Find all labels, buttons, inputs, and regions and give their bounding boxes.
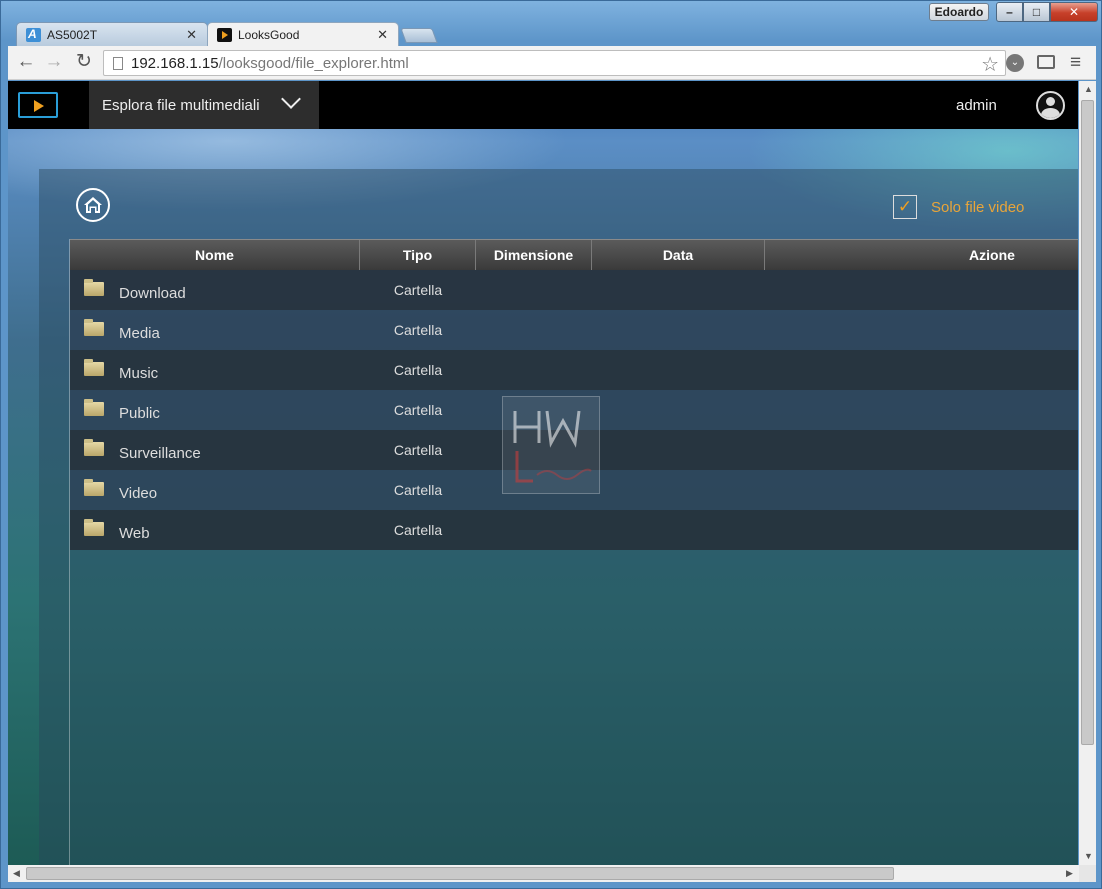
table-row[interactable]: Download Cartella (70, 270, 1078, 310)
row-name[interactable]: Surveillance (119, 445, 201, 462)
table-row[interactable]: Media Cartella (70, 310, 1078, 350)
url-path: /looksgood/file_explorer.html (218, 55, 409, 72)
video-only-checkbox[interactable]: ✓ (893, 195, 917, 219)
tab-title: LooksGood (238, 28, 300, 42)
scrollbar-corner (1079, 865, 1096, 882)
column-header-type[interactable]: Tipo (360, 240, 476, 270)
home-icon (84, 197, 102, 213)
scroll-up-icon[interactable]: ▲ (1084, 84, 1093, 94)
watermark-graphic (513, 410, 592, 483)
home-button[interactable] (76, 188, 110, 222)
page-viewport: Esplora file multimediali admin ✓ Solo f… (8, 81, 1078, 865)
folder-icon (84, 359, 104, 376)
browser-window: Edoardo – □ ✕ AS5002T ✕ LooksGood ✕ ← → … (0, 0, 1102, 889)
scroll-right-icon[interactable]: ▶ (1066, 868, 1073, 879)
username[interactable]: admin (956, 97, 997, 114)
cast-icon[interactable] (1037, 55, 1055, 69)
row-name[interactable]: Media (119, 325, 160, 342)
file-table: Nome Tipo Dimensione Data Azione Downloa… (69, 239, 1078, 865)
folder-icon (84, 399, 104, 416)
app-header: Esplora file multimediali admin (8, 81, 1078, 129)
folder-icon (84, 319, 104, 336)
looksgood-favicon-icon (217, 28, 232, 42)
column-header-action: Azione (969, 247, 1015, 263)
horizontal-scrollbar[interactable]: ◀ ▶ (8, 865, 1079, 882)
browser-menu-icon[interactable]: ≡ (1070, 52, 1081, 74)
scroll-down-icon[interactable]: ▼ (1084, 851, 1093, 861)
row-type: Cartella (393, 442, 443, 458)
column-header-date[interactable]: Data (592, 240, 765, 270)
title-bar: Edoardo – □ ✕ AS5002T ✕ LooksGood ✕ (1, 1, 1101, 47)
row-type: Cartella (393, 482, 443, 498)
close-window-button[interactable]: ✕ (1050, 2, 1098, 22)
extension-icon[interactable]: ⌄ (1006, 54, 1024, 72)
video-only-label[interactable]: Solo file video (931, 199, 1024, 216)
watermark-logo (502, 396, 600, 494)
looksgood-logo-icon[interactable] (18, 92, 58, 118)
url-host: 192.168.1.15 (131, 55, 219, 72)
reload-button[interactable]: ↻ (72, 51, 96, 75)
table-header: Nome Tipo Dimensione Data Azione (70, 239, 1078, 270)
row-type: Cartella (393, 282, 443, 298)
browser-toolbar: ← → ↻ 192.168.1.15/looksgood/file_explor… (8, 46, 1096, 80)
tab-close-icon[interactable]: ✕ (377, 27, 388, 43)
table-row[interactable]: Music Cartella (70, 350, 1078, 390)
user-avatar-icon[interactable] (1036, 91, 1065, 120)
table-row[interactable]: Web Cartella (70, 510, 1078, 550)
vertical-scrollbar[interactable]: ▲ ▼ (1079, 81, 1096, 865)
tab-close-icon[interactable]: ✕ (186, 27, 197, 43)
section-menu-label: Esplora file multimediali (102, 97, 260, 114)
row-type: Cartella (393, 362, 443, 378)
column-header-name[interactable]: Nome (70, 240, 360, 270)
row-type: Cartella (393, 402, 443, 418)
row-name[interactable]: Video (119, 485, 157, 502)
chevron-down-icon (281, 89, 301, 109)
folder-icon (84, 479, 104, 496)
row-name[interactable]: Download (119, 285, 186, 302)
column-header-size[interactable]: Dimensione (476, 240, 592, 270)
row-name[interactable]: Public (119, 405, 160, 422)
file-explorer-panel: ✓ Solo file video Nome Tipo Dimensione D… (39, 169, 1078, 865)
asustor-favicon-icon (26, 27, 41, 42)
url-text[interactable]: 192.168.1.15/looksgood/file_explorer.htm… (131, 55, 409, 72)
back-button[interactable]: ← (14, 51, 38, 75)
address-bar[interactable]: 192.168.1.15/looksgood/file_explorer.htm… (103, 50, 1006, 76)
row-type: Cartella (393, 522, 443, 538)
maximize-button[interactable]: □ (1023, 2, 1050, 22)
folder-icon (84, 519, 104, 536)
new-tab-button[interactable] (400, 28, 438, 43)
bookmark-star-icon[interactable]: ☆ (981, 52, 999, 77)
tab-looksgood[interactable]: LooksGood ✕ (207, 22, 399, 47)
horizontal-scroll-thumb[interactable] (26, 867, 894, 880)
scroll-left-icon[interactable]: ◀ (13, 868, 20, 879)
forward-button[interactable]: → (42, 51, 66, 75)
row-type: Cartella (393, 322, 443, 338)
vertical-scroll-thumb[interactable] (1081, 100, 1094, 745)
row-name[interactable]: Web (119, 525, 150, 542)
folder-icon (84, 439, 104, 456)
tab-title: AS5002T (47, 28, 98, 42)
page-icon (113, 57, 123, 70)
folder-icon (84, 279, 104, 296)
row-name[interactable]: Music (119, 365, 158, 382)
minimize-button[interactable]: – (996, 2, 1023, 22)
section-menu-dropdown[interactable]: Esplora file multimediali (89, 81, 319, 129)
tab-as5002t[interactable]: AS5002T ✕ (16, 22, 208, 47)
profile-badge[interactable]: Edoardo (929, 3, 989, 21)
